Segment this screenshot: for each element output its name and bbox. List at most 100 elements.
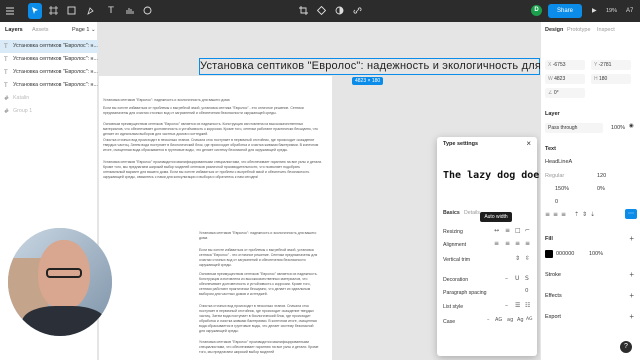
fill-swatch[interactable] — [545, 250, 553, 258]
fill-opacity[interactable]: 100% — [589, 251, 603, 257]
crop-icon[interactable] — [296, 3, 310, 19]
case-lower[interactable]: ag — [507, 317, 513, 323]
tab-details[interactable]: Details — [464, 210, 480, 216]
main-menu-icon[interactable] — [4, 3, 16, 19]
fixed-size-icon[interactable]: □ — [515, 227, 521, 234]
layer-item[interactable]: # Katalin — [0, 92, 98, 105]
layer-item[interactable]: # Group 1 — [0, 105, 98, 118]
frame-paragraph: Установка септиков "Евролос" производитс… — [103, 160, 323, 179]
hand-tool-icon[interactable] — [122, 3, 136, 19]
alignment-label: Alignment — [443, 242, 467, 248]
page-selector[interactable]: Page 1 ⌄ — [72, 27, 96, 33]
text-layer-icon: T — [4, 56, 8, 63]
frame-paragraph: Установка септиков "Евролос" производитс… — [199, 340, 319, 354]
frame-paragraph: Очистка сточных вод происходит в несколь… — [103, 138, 319, 152]
y-field[interactable]: Y -2781 — [591, 60, 631, 70]
auto-width-icon[interactable]: ↔ — [494, 227, 499, 234]
h-field[interactable]: H 180 — [591, 74, 631, 84]
w-field[interactable]: W 4823 — [545, 74, 585, 84]
text-tool-icon[interactable]: T — [104, 3, 118, 19]
bullet-list-icon[interactable]: ☰ — [515, 302, 520, 309]
frame-paragraph: Установка септиков "Евролос": надежность… — [199, 231, 317, 240]
zoom-level[interactable]: 19% — [606, 5, 617, 17]
truncate-icon[interactable]: ⌐ — [525, 227, 530, 234]
collab-label[interactable]: A7 — [626, 5, 633, 17]
decoration-label: Decoration — [443, 277, 469, 283]
font-size[interactable]: 120 — [597, 173, 606, 179]
tab-design[interactable]: Design — [545, 27, 563, 33]
align-left-icon[interactable]: ≡ — [494, 240, 499, 247]
design-panel: Design Prototype Inspect X -6753 Y -2781… — [540, 22, 640, 360]
font-weight[interactable]: Regular — [545, 173, 564, 179]
list-none-icon[interactable]: – — [505, 302, 508, 309]
pen-tool-icon[interactable] — [84, 3, 98, 19]
font-family[interactable]: HeadLineA — [545, 159, 572, 165]
underline-icon[interactable]: U — [515, 275, 519, 282]
layer-item[interactable]: T Установка септиков "Евролос": н... — [0, 40, 98, 53]
rotation-field[interactable]: ∠ 0° — [545, 88, 585, 98]
paragraph-spacing[interactable]: 0 — [555, 199, 558, 205]
align-justify-icon[interactable]: ≡ — [525, 240, 530, 247]
shape-tool-icon[interactable] — [64, 3, 78, 19]
numbered-list-icon[interactable]: ☷ — [525, 302, 530, 309]
link-icon[interactable] — [350, 3, 364, 19]
decoration-none-icon[interactable]: – — [505, 275, 508, 282]
paragraph-spacing-value[interactable]: 0 — [525, 288, 529, 294]
move-tool-icon[interactable] — [28, 3, 42, 19]
layer-item[interactable]: T Установка септиков "Евролос": н... — [0, 66, 98, 79]
frame-layer-icon: # — [4, 95, 10, 102]
tab-prototype[interactable]: Prototype — [567, 27, 591, 33]
x-value: -6753 — [552, 62, 566, 68]
line-height[interactable]: 150% — [555, 186, 569, 192]
case-title[interactable]: Ag — [517, 317, 524, 323]
comment-tool-icon[interactable] — [140, 3, 154, 19]
selected-text-content: Установка септиков "Евролос": надежность… — [200, 60, 557, 72]
layer-item[interactable]: T Установка септиков "Евролос": н... — [0, 79, 98, 92]
add-export-icon[interactable]: + — [629, 312, 634, 321]
text-align-controls[interactable]: ≡≡≡ ⇡⇕⇣ — [545, 211, 598, 218]
avatar[interactable]: D — [531, 5, 542, 16]
fill-hex[interactable]: 000000 — [556, 251, 574, 257]
case-none[interactable]: – — [487, 317, 490, 323]
frame-paragraph: Основным преимуществом септиков "Евролос… — [103, 122, 318, 136]
text-frame[interactable]: Установка септиков "Евролос": надежность… — [99, 76, 332, 360]
strikethrough-icon[interactable]: S — [525, 275, 529, 282]
add-fill-icon[interactable]: + — [629, 234, 634, 243]
add-effect-icon[interactable]: + — [629, 291, 634, 300]
case-small-caps[interactable]: AG — [526, 317, 533, 322]
add-stroke-icon[interactable]: + — [629, 270, 634, 279]
tab-inspect[interactable]: Inspect — [597, 27, 615, 33]
layer-opacity[interactable]: 100% — [611, 125, 625, 131]
mask-icon[interactable] — [332, 3, 346, 19]
share-button[interactable]: Share — [548, 4, 582, 18]
align-center-icon[interactable]: ≡ — [505, 240, 510, 247]
frame-paragraph: Если вы хотите избавиться от проблемы с … — [199, 248, 318, 267]
tab-basics[interactable]: Basics — [443, 210, 460, 216]
layer-label: Katalin — [13, 95, 30, 101]
tab-layers[interactable]: Layers — [5, 27, 23, 33]
layer-label: Group 1 — [13, 108, 33, 114]
frame-tool-icon[interactable] — [46, 3, 60, 19]
blend-mode-select[interactable]: Pass through — [545, 123, 603, 133]
letter-spacing[interactable]: 0% — [597, 186, 605, 192]
trim-cap-icon[interactable]: ⇳ — [525, 255, 530, 262]
resizing-label: Resizing — [443, 229, 463, 235]
frame-paragraph: Если вы хотите избавиться от проблемы с … — [103, 106, 304, 115]
component-icon[interactable] — [314, 3, 328, 19]
help-button[interactable]: ? — [620, 341, 632, 353]
play-icon[interactable]: ▶ — [592, 5, 597, 17]
close-icon[interactable]: × — [526, 139, 531, 148]
x-field[interactable]: X -6753 — [545, 60, 585, 70]
layer-item[interactable]: T Установка септиков "Евролос": н... — [0, 53, 98, 66]
stroke-section-title: Stroke — [545, 272, 561, 278]
case-upper[interactable]: AG — [495, 317, 502, 323]
presenter-body — [22, 306, 106, 336]
trim-standard-icon[interactable]: ⇕ — [515, 255, 520, 262]
auto-height-icon[interactable]: ≡ — [505, 227, 510, 234]
tab-assets[interactable]: Assets — [32, 27, 49, 33]
eye-icon[interactable]: ◉ — [629, 123, 634, 129]
align-right-icon[interactable]: ≡ — [515, 240, 520, 247]
type-settings-button[interactable]: ⋯ — [625, 209, 637, 219]
selected-text-layer[interactable]: Установка септиков "Евролос": надежность… — [199, 58, 556, 75]
text-layer-icon: T — [4, 69, 8, 76]
